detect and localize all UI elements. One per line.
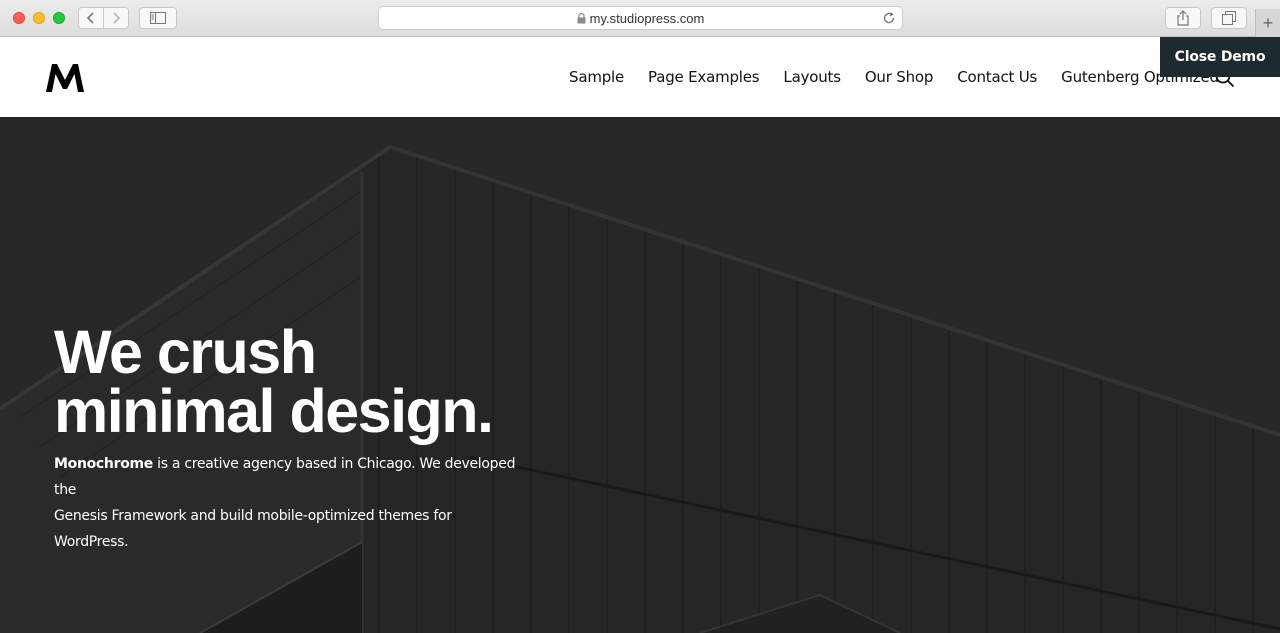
nav-item-layouts[interactable]: Layouts [783, 68, 841, 86]
sidebar-icon [150, 12, 166, 24]
sidebar-toggle-button[interactable] [139, 7, 177, 29]
close-demo-button[interactable]: Close Demo [1160, 37, 1280, 77]
hero-title: We crush minimal design. [54, 318, 614, 445]
minimize-window-button[interactable] [33, 12, 45, 24]
nav-item-sample[interactable]: Sample [569, 68, 624, 86]
reload-icon[interactable] [882, 11, 896, 25]
lock-icon [577, 12, 586, 23]
browser-toolbar: my.studiopress.com + [0, 0, 1280, 37]
hero-title-line-1: We crush [54, 318, 317, 386]
hero-description: Monochrome is a creative agency based in… [54, 451, 524, 555]
share-button[interactable] [1165, 7, 1201, 29]
nav-item-contact-us[interactable]: Contact Us [957, 68, 1037, 86]
chevron-right-icon [113, 12, 121, 24]
zoom-window-button[interactable] [53, 12, 65, 24]
hero-description-line-2: Genesis Framework and build mobile-optim… [54, 508, 452, 550]
url-text: my.studiopress.com [589, 10, 705, 26]
site-logo[interactable] [46, 63, 84, 98]
back-button[interactable] [78, 7, 104, 29]
tabs-icon [1222, 11, 1236, 25]
nav-item-page-examples[interactable]: Page Examples [648, 68, 760, 86]
nav-item-our-shop[interactable]: Our Shop [865, 68, 934, 86]
hero-section: We crush minimal design. Monochrome is a… [0, 117, 1280, 633]
close-window-button[interactable] [13, 12, 25, 24]
site-header: Sample Page Examples Layouts Our Shop Co… [0, 37, 1280, 117]
forward-button[interactable] [103, 7, 129, 29]
share-icon [1177, 10, 1189, 26]
monochrome-logo-icon [46, 64, 84, 92]
address-bar[interactable]: my.studiopress.com [378, 6, 903, 30]
new-tab-button[interactable]: + [1255, 9, 1280, 37]
plus-icon: + [1262, 12, 1274, 33]
main-navigation: Sample Page Examples Layouts Our Shop Co… [569, 68, 1219, 86]
brand-name: Monochrome [54, 456, 154, 472]
show-tabs-button[interactable] [1211, 7, 1247, 29]
chevron-left-icon [86, 12, 94, 24]
hero-title-line-2: minimal design. [54, 377, 494, 445]
